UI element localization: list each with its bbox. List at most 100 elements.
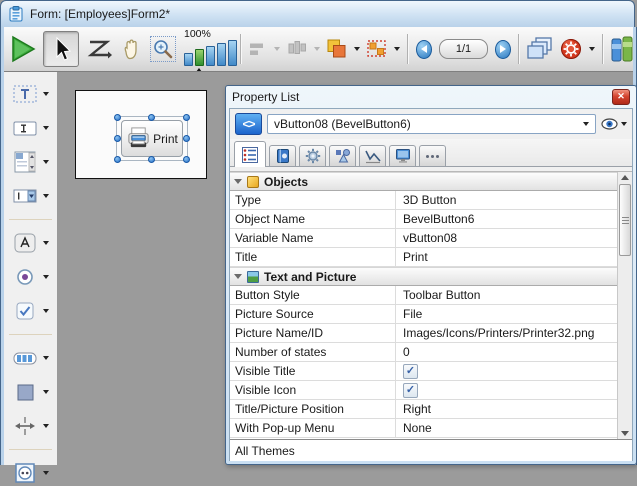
input-tool-dropdown-icon[interactable] [43, 126, 49, 130]
options-tab[interactable] [299, 145, 326, 166]
selection-rect[interactable]: Print [117, 117, 187, 160]
property-row: With Pop-up MenuNone [230, 419, 617, 438]
select-tool-button[interactable] [43, 31, 79, 67]
level-button[interactable] [327, 39, 347, 59]
property-value[interactable]: vButton08 [396, 229, 617, 247]
splitter-tool-dropdown-icon[interactable] [43, 424, 49, 428]
plugin-area-tool-button[interactable] [4, 460, 57, 486]
scrollbar-thumb[interactable] [619, 184, 631, 256]
palette-separator [9, 449, 52, 450]
level-dropdown-icon[interactable] [354, 47, 360, 51]
splitter-tool-button[interactable] [4, 413, 57, 439]
selection-handle[interactable] [148, 114, 155, 121]
property-list-panel: Property List ✕ <> vButton08 (BevelButto… [225, 85, 637, 465]
zoom-bar-400[interactable] [217, 43, 226, 66]
property-list-titlebar[interactable]: Property List ✕ [229, 86, 633, 108]
property-value[interactable]: Images/Icons/Printers/Printer32.png [396, 324, 617, 342]
property-value[interactable]: Right [396, 400, 617, 418]
zoom-level-widget[interactable]: 100% [183, 29, 233, 69]
button-tool-dropdown-icon[interactable] [43, 241, 49, 245]
combo-box-tool-button[interactable] [4, 183, 57, 209]
check-box-tool-button[interactable] [4, 298, 57, 324]
selection-handle[interactable] [114, 156, 121, 163]
preferences-button[interactable] [560, 38, 582, 60]
selection-handle[interactable] [183, 135, 190, 142]
execute-form-button[interactable] [10, 35, 36, 63]
rectangle-tool-button[interactable] [4, 379, 57, 405]
text-tool-dropdown-icon[interactable] [43, 92, 49, 96]
collapse-triangle-icon[interactable] [234, 274, 242, 279]
zoom-bar-50[interactable] [184, 53, 193, 66]
events-tab[interactable] [359, 145, 386, 166]
property-row: Visible Icon✓ [230, 381, 617, 400]
selection-handle[interactable] [114, 135, 121, 142]
selection-handle[interactable] [183, 114, 190, 121]
check-box-tool-dropdown-icon[interactable] [43, 309, 49, 313]
property-scrollbar[interactable] [617, 172, 632, 439]
entry-order-button[interactable] [86, 37, 112, 61]
zoom-tool-button[interactable] [150, 36, 176, 62]
eye-dropdown-icon [621, 122, 627, 126]
page-indicator-label: 1/1 [456, 43, 471, 55]
section-header[interactable]: Text and Picture [230, 267, 617, 286]
radio-button-tool-button[interactable] [4, 264, 57, 290]
property-value[interactable]: None [396, 419, 617, 437]
property-label: Visible Title [230, 362, 396, 380]
previous-page-button[interactable] [416, 40, 432, 59]
property-value[interactable]: 0 [396, 343, 617, 361]
property-value[interactable]: Print [396, 248, 617, 266]
magnifier-icon [152, 38, 174, 60]
property-value[interactable]: BevelButton6 [396, 210, 617, 228]
next-page-button[interactable] [495, 40, 511, 59]
button-tool-button[interactable] [4, 230, 57, 256]
rectangle-tool-dropdown-icon[interactable] [43, 390, 49, 394]
selection-handle[interactable] [114, 114, 121, 121]
more-tab[interactable] [419, 145, 446, 166]
selection-handle[interactable] [148, 156, 155, 163]
property-value[interactable]: ✓ [396, 381, 617, 399]
list-box-tool-dropdown-icon[interactable] [43, 160, 49, 164]
property-list-tab[interactable] [234, 141, 266, 167]
highlight-button[interactable] [601, 118, 627, 130]
text-tool-button[interactable] [4, 81, 57, 107]
property-value[interactable]: File [396, 305, 617, 323]
object-nav-button[interactable]: <> [235, 113, 262, 135]
property-value[interactable]: Toolbar Button [396, 286, 617, 304]
preferences-dropdown-icon[interactable] [589, 47, 595, 51]
zoom-bar-100-current[interactable] [195, 49, 204, 66]
section-header[interactable]: Objects [230, 172, 617, 191]
progress-tool-dropdown-icon[interactable] [43, 356, 49, 360]
zoom-bar-200[interactable] [206, 46, 215, 66]
object-selector-dropdown[interactable]: vButton08 (BevelButton6) [267, 114, 596, 134]
plugin-tool-dropdown-icon[interactable] [43, 471, 49, 475]
property-value[interactable]: 3D Button [396, 191, 617, 209]
database-tab[interactable] [269, 145, 296, 166]
scroll-down-icon[interactable] [621, 431, 629, 436]
library-button[interactable] [611, 36, 633, 62]
form-page[interactable]: Print [75, 90, 207, 179]
combo-box-tool-dropdown-icon[interactable] [43, 194, 49, 198]
splitter-tool-icon [12, 414, 38, 438]
duplicate-dropdown-icon[interactable] [394, 47, 400, 51]
window-titlebar[interactable]: Form: [Employees]Form2* [0, 0, 635, 27]
zoom-bars[interactable] [184, 40, 237, 66]
theme-footer[interactable]: All Themes [230, 439, 632, 461]
duplicate-many-button[interactable] [367, 40, 387, 58]
checkbox[interactable]: ✓ [403, 383, 418, 398]
form-windows-button[interactable] [527, 37, 553, 61]
property-value[interactable]: ✓ [396, 362, 617, 380]
checkbox[interactable]: ✓ [403, 364, 418, 379]
radio-button-tool-dropdown-icon[interactable] [43, 275, 49, 279]
zoom-bar-800[interactable] [228, 40, 237, 66]
collapse-triangle-icon[interactable] [234, 179, 242, 184]
close-icon[interactable]: ✕ [612, 89, 630, 105]
scroll-up-icon[interactable] [621, 175, 629, 180]
list-box-tool-button[interactable] [4, 149, 57, 175]
input-tool-button[interactable] [4, 115, 57, 141]
print-button-object[interactable]: Print [121, 120, 183, 157]
selection-handle[interactable] [183, 156, 190, 163]
progress-indicator-tool-button[interactable] [4, 345, 57, 371]
objects-tab[interactable] [329, 145, 356, 166]
move-tool-button[interactable] [119, 37, 143, 61]
display-tab[interactable] [389, 145, 416, 166]
